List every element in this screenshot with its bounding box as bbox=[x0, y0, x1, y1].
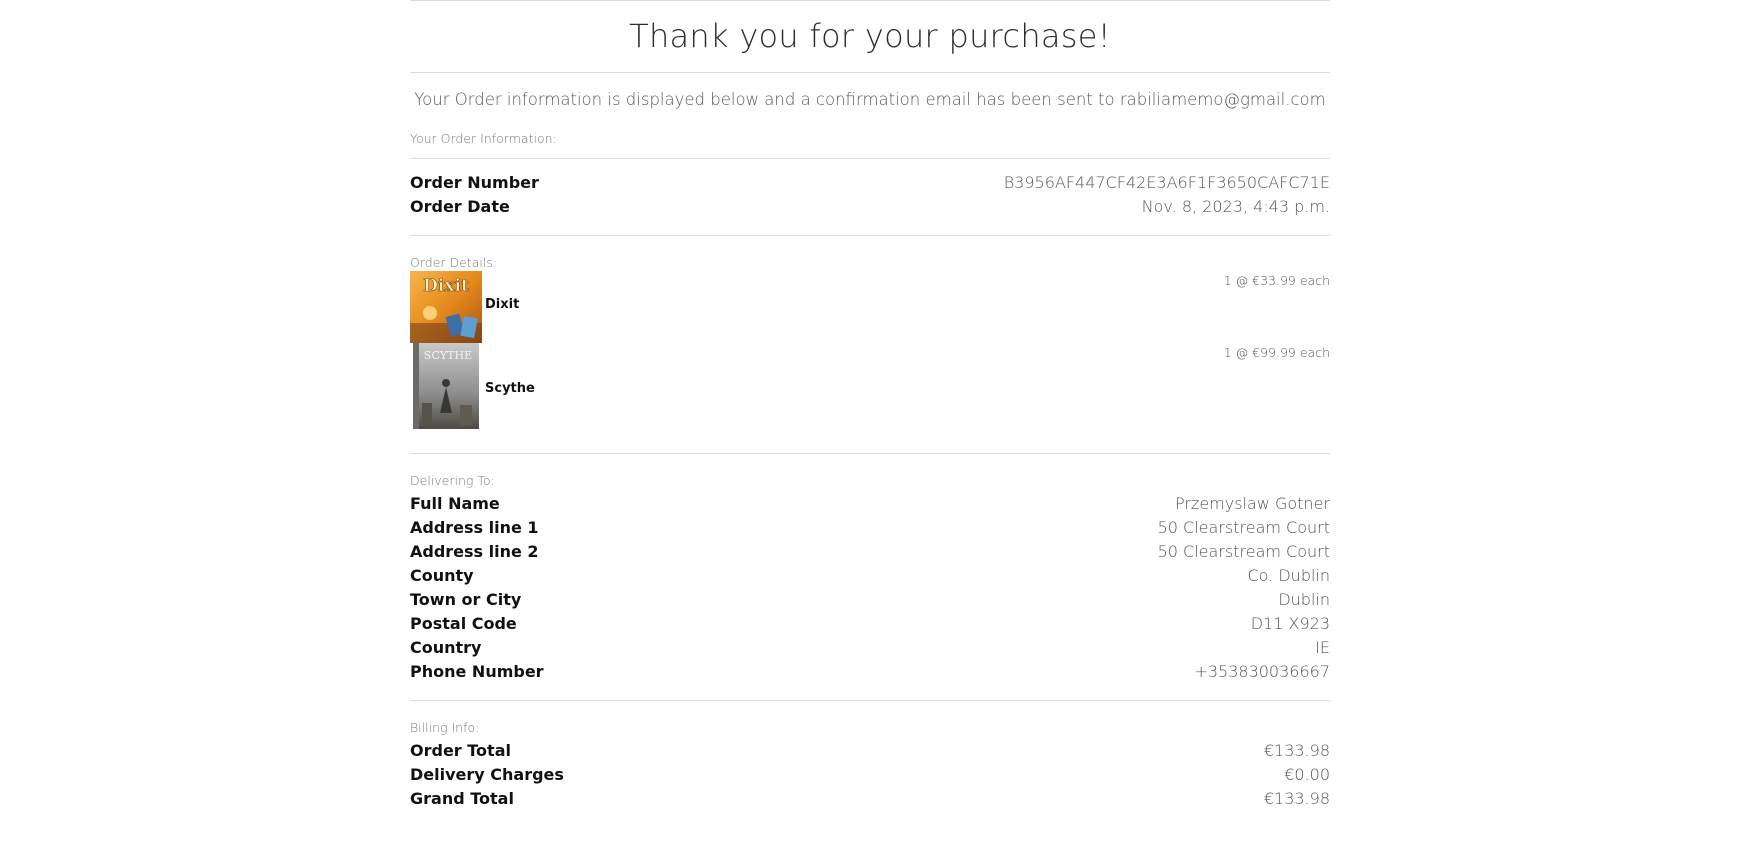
field-value: +353830036667 bbox=[1194, 662, 1330, 681]
page-title: Thank you for your purchase! bbox=[629, 17, 1111, 55]
full-name-row: Full Name Przemyslaw Gotner bbox=[410, 492, 1330, 516]
field-value: IE bbox=[1315, 638, 1330, 657]
field-label: Country bbox=[410, 638, 482, 657]
field-label: Postal Code bbox=[410, 614, 517, 633]
field-label: Order Total bbox=[410, 741, 511, 760]
field-value: Przemyslaw Gotner bbox=[1174, 494, 1330, 513]
field-value: 50 Clearstream Court bbox=[1157, 518, 1330, 537]
confirmation-message: Your Order information is displayed belo… bbox=[414, 90, 1326, 109]
country-row: Country IE bbox=[410, 636, 1330, 660]
order-confirmation: Thank you for your purchase! Your Order … bbox=[410, 0, 1330, 811]
field-label: Full Name bbox=[410, 494, 500, 513]
order-number-row: Order Number B3956AF447CF42E3A6F1F3650CA… bbox=[410, 171, 1330, 195]
list-item: SCYTHE Scythe 1 @ €99.99 each bbox=[410, 343, 1330, 433]
order-total-row: Order Total €133.98 bbox=[410, 739, 1330, 763]
field-value: €133.98 bbox=[1263, 789, 1330, 808]
phone-number-row: Phone Number +353830036667 bbox=[410, 660, 1330, 684]
field-label: Address line 2 bbox=[410, 542, 539, 561]
order-date-row: Order Date Nov. 8, 2023, 4:43 p.m. bbox=[410, 195, 1330, 219]
field-value: 50 Clearstream Court bbox=[1157, 542, 1330, 561]
address-line-1-row: Address line 1 50 Clearstream Court bbox=[410, 516, 1330, 540]
billing-divider bbox=[410, 700, 1330, 701]
order-number-label: Order Number bbox=[410, 173, 539, 192]
grand-total-row: Grand Total €133.98 bbox=[410, 787, 1330, 811]
field-value: Co. Dublin bbox=[1247, 566, 1331, 585]
order-details-divider bbox=[410, 235, 1330, 236]
town-row: Town or City Dublin bbox=[410, 588, 1330, 612]
product-name[interactable]: Scythe bbox=[485, 381, 535, 396]
order-details-label: Order Details: bbox=[410, 255, 498, 270]
postal-code-row: Postal Code D11 X923 bbox=[410, 612, 1330, 636]
field-label: Phone Number bbox=[410, 662, 544, 681]
billing-label: Billing Info: bbox=[410, 720, 480, 735]
field-label: Grand Total bbox=[410, 789, 514, 808]
billing-section: Order Total €133.98 Delivery Charges €0.… bbox=[410, 739, 1330, 811]
order-info-divider bbox=[410, 158, 1330, 159]
title-divider bbox=[410, 72, 1330, 73]
field-value: €133.98 bbox=[1263, 741, 1330, 760]
field-label: Delivery Charges bbox=[410, 765, 564, 784]
product-price: 1 @ €33.99 each bbox=[1223, 273, 1330, 288]
list-item: Dixit Dixit 1 @ €33.99 each bbox=[410, 271, 1330, 343]
field-value: Dublin bbox=[1278, 590, 1330, 609]
delivery-section: Full Name Przemyslaw Gotner Address line… bbox=[410, 492, 1330, 684]
field-value: D11 X923 bbox=[1250, 614, 1330, 633]
field-value: €0.00 bbox=[1284, 765, 1330, 784]
delivery-label: Delivering To: bbox=[410, 473, 495, 488]
county-row: County Co. Dublin bbox=[410, 564, 1330, 588]
address-line-2-row: Address line 2 50 Clearstream Court bbox=[410, 540, 1330, 564]
field-label: Town or City bbox=[410, 590, 522, 609]
delivery-divider bbox=[410, 453, 1330, 454]
product-name[interactable]: Dixit bbox=[485, 297, 519, 312]
field-label: Address line 1 bbox=[410, 518, 539, 537]
product-price: 1 @ €99.99 each bbox=[1223, 345, 1330, 360]
order-date-value: Nov. 8, 2023, 4:43 p.m. bbox=[1141, 197, 1330, 216]
order-info-section: Order Number B3956AF447CF42E3A6F1F3650CA… bbox=[410, 171, 1330, 219]
svg-text:Dixit: Dixit bbox=[423, 276, 469, 296]
order-items-list: Dixit Dixit 1 @ €33.99 each SCYTHE Scyth… bbox=[410, 271, 1330, 433]
dixit-box-image[interactable]: Dixit bbox=[410, 271, 482, 343]
order-info-label: Your Order Information: bbox=[410, 131, 557, 146]
svg-text:SCYTHE: SCYTHE bbox=[424, 349, 472, 362]
order-date-label: Order Date bbox=[410, 197, 510, 216]
delivery-charges-row: Delivery Charges €0.00 bbox=[410, 763, 1330, 787]
field-label: County bbox=[410, 566, 474, 585]
scythe-box-image[interactable]: SCYTHE bbox=[410, 343, 482, 433]
order-number-value: B3956AF447CF42E3A6F1F3650CAFC71E bbox=[1003, 173, 1330, 192]
